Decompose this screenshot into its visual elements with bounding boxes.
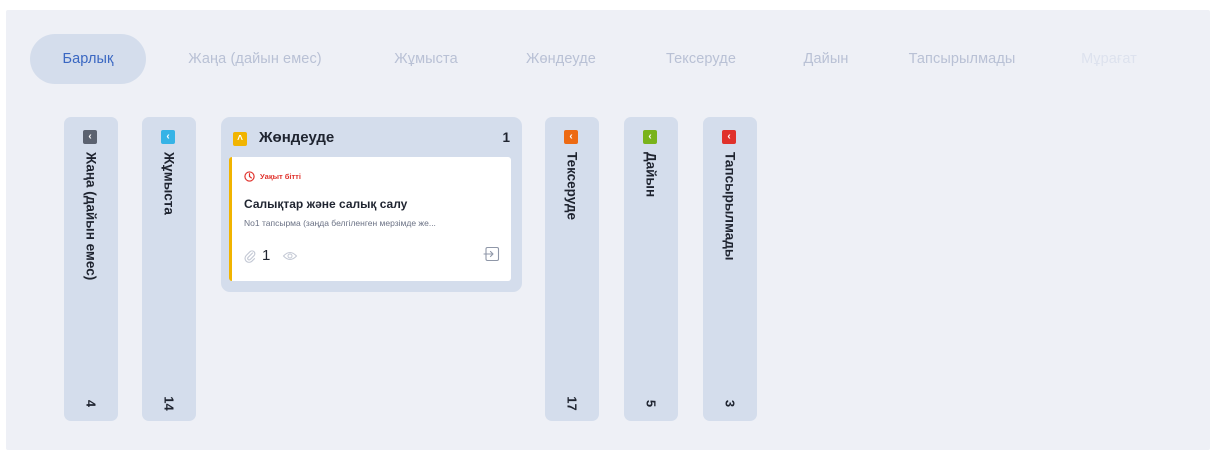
column-count: 14	[161, 396, 177, 411]
card-meta: 1	[244, 247, 298, 264]
column-title: Жұмыста	[161, 152, 177, 215]
chevron-left-icon[interactable]: ‹	[161, 130, 175, 144]
column-count: 1	[502, 130, 510, 145]
column-title: Жаңа (дайын емес)	[83, 152, 99, 281]
tab-ready[interactable]: Дайын	[788, 34, 864, 84]
tab-in-work[interactable]: Жұмыста	[376, 34, 476, 84]
column-ready[interactable]: ‹ Дайын 5	[624, 117, 678, 421]
column-in-repair: ˄ Жөндеуде 1 Уақыт бітті Салықтар және с…	[221, 117, 522, 292]
column-count: 3	[722, 399, 738, 408]
card-title: Салықтар және салық салу	[244, 197, 408, 211]
column-title: Тапсырылмады	[722, 152, 738, 261]
eye-icon	[283, 251, 298, 260]
attachment-count: 1	[262, 247, 271, 264]
column-title: Дайын	[643, 152, 659, 198]
tab-in-review[interactable]: Тексеруде	[646, 34, 756, 84]
column-not-submitted[interactable]: ‹ Тапсырылмады 3	[703, 117, 757, 421]
tab-not-submitted[interactable]: Тапсырылмады	[892, 34, 1032, 84]
column-count: 17	[564, 396, 580, 411]
column-in-work[interactable]: ‹ Жұмыста 14	[142, 117, 196, 421]
status-tabs: Барлық Жаңа (дайын емес) Жұмыста Жөндеуд…	[6, 34, 1210, 84]
column-in-review[interactable]: ‹ Тексеруде 17	[545, 117, 599, 421]
paperclip-icon	[244, 249, 256, 263]
column-count: 5	[643, 399, 659, 408]
column-new[interactable]: ‹ Жаңа (дайын емес) 4	[64, 117, 118, 421]
column-title: Жөндеуде	[259, 129, 335, 146]
task-card[interactable]: Уақыт бітті Салықтар және салық салу No1…	[229, 157, 511, 281]
card-status: Уақыт бітті	[244, 171, 301, 182]
tab-in-repair[interactable]: Жөндеуде	[506, 34, 616, 84]
enter-icon[interactable]	[483, 245, 501, 263]
kanban-board: Барлық Жаңа (дайын емес) Жұмыста Жөндеуд…	[6, 10, 1210, 450]
card-status-text: Уақыт бітті	[260, 172, 301, 181]
column-title: Тексеруде	[564, 152, 580, 220]
chevron-up-icon[interactable]: ˄	[233, 132, 247, 146]
tab-archive[interactable]: Мұрағат	[1064, 34, 1154, 84]
column-count: 4	[83, 399, 99, 408]
chevron-left-icon[interactable]: ‹	[564, 130, 578, 144]
card-description: No1 тапсырма (заңда белгіленген мерзімде…	[244, 218, 436, 228]
tab-new[interactable]: Жаңа (дайын емес)	[166, 34, 344, 84]
tab-all[interactable]: Барлық	[30, 34, 146, 84]
chevron-left-icon[interactable]: ‹	[722, 130, 736, 144]
chevron-left-icon[interactable]: ‹	[643, 130, 657, 144]
clock-icon	[244, 171, 255, 182]
chevron-left-icon[interactable]: ‹	[83, 130, 97, 144]
